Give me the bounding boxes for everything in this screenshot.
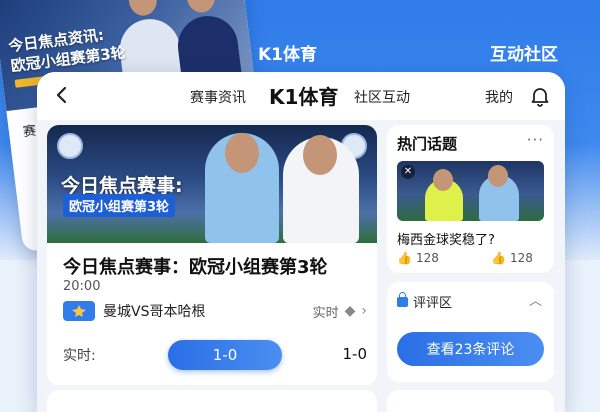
hot-topics-card[interactable]: 热门话题 ··· ✕ 梅西金球奖稳了? 👍 128 👍 128: [387, 125, 554, 273]
team-names: 曼城VS哥本哈根: [103, 304, 206, 320]
like-count-2: 128: [509, 251, 533, 265]
player-head: [433, 169, 453, 191]
score-label: 实时:: [63, 348, 96, 364]
banner-community: 互动社区: [490, 44, 558, 65]
next-card-right: [387, 390, 554, 412]
like-count: 128: [415, 251, 439, 265]
hot-topics-heading: 热门话题: [397, 135, 458, 153]
like-button-2[interactable]: 👍 128: [491, 251, 533, 265]
tab-mine[interactable]: 我的: [485, 87, 513, 107]
score-value: 1-0: [342, 345, 368, 363]
lock-icon: [397, 291, 408, 307]
topic-question[interactable]: 梅西金球奖稳了?: [397, 229, 495, 248]
app-logo: K1体育: [269, 85, 339, 109]
tab-news[interactable]: 赛事资讯: [190, 87, 246, 107]
chevron-up-icon[interactable]: ︿: [529, 290, 542, 309]
player-head: [185, 0, 217, 15]
team-row[interactable]: 曼城VS哥本哈根 实时 ◆ ›: [63, 299, 367, 323]
player-head: [488, 165, 508, 187]
comments-header[interactable]: 评评区: [397, 291, 453, 311]
player-head: [126, 0, 159, 18]
live-label: 实时: [312, 305, 339, 321]
thumbs-up-icon: 👍: [397, 251, 412, 265]
match-title: 今日焦点赛事：欧冠小组赛第3轮: [63, 257, 328, 278]
match-time: 20:00: [63, 279, 101, 294]
topic-image: ✕: [397, 161, 544, 221]
diamond-icon: ◆: [344, 303, 356, 319]
comments-card: 评评区 ︿ 查看23条评论: [387, 282, 554, 382]
score-row: 实时: 1-0 1-0: [63, 340, 367, 370]
thumbs-up-outline-icon: 👍: [491, 251, 506, 265]
view-comments-button[interactable]: 查看23条评论: [397, 332, 544, 366]
bell-icon[interactable]: [529, 85, 551, 107]
next-card: [47, 390, 377, 412]
match-hero-image: 今日焦点赛事: 欧冠小组赛第3轮: [47, 125, 377, 243]
close-icon[interactable]: ✕: [401, 165, 415, 179]
player-head: [225, 133, 259, 173]
player-head: [303, 135, 337, 175]
banner-brand: K1体育: [258, 44, 318, 65]
background-banner: K1体育 互动社区: [220, 28, 600, 76]
tab-community[interactable]: 社区互动: [354, 87, 410, 107]
ucl-logo-icon: [57, 133, 83, 159]
comments-heading: 评评区: [413, 296, 453, 311]
like-button[interactable]: 👍 128: [397, 251, 439, 265]
score-button[interactable]: 1-0: [168, 340, 282, 370]
back-icon[interactable]: [51, 84, 73, 106]
team-logo-icon: [63, 301, 95, 321]
main-panel: 赛事资讯 K1体育 社区互动 我的 今日焦点赛事: 欧冠小组赛第3轮 今日焦点赛…: [37, 72, 565, 412]
background-news-title: 今日焦点资讯: 欧冠小组赛第3轮: [7, 22, 126, 76]
match-card[interactable]: 今日焦点赛事: 欧冠小组赛第3轮 今日焦点赛事：欧冠小组赛第3轮 20:00 曼…: [47, 125, 377, 385]
top-nav: 赛事资讯 K1体育 社区互动 我的: [37, 72, 565, 120]
chevron-right-icon[interactable]: ›: [361, 303, 367, 319]
more-icon[interactable]: ···: [527, 131, 544, 149]
hero-subtitle: 欧冠小组赛第3轮: [63, 194, 176, 217]
